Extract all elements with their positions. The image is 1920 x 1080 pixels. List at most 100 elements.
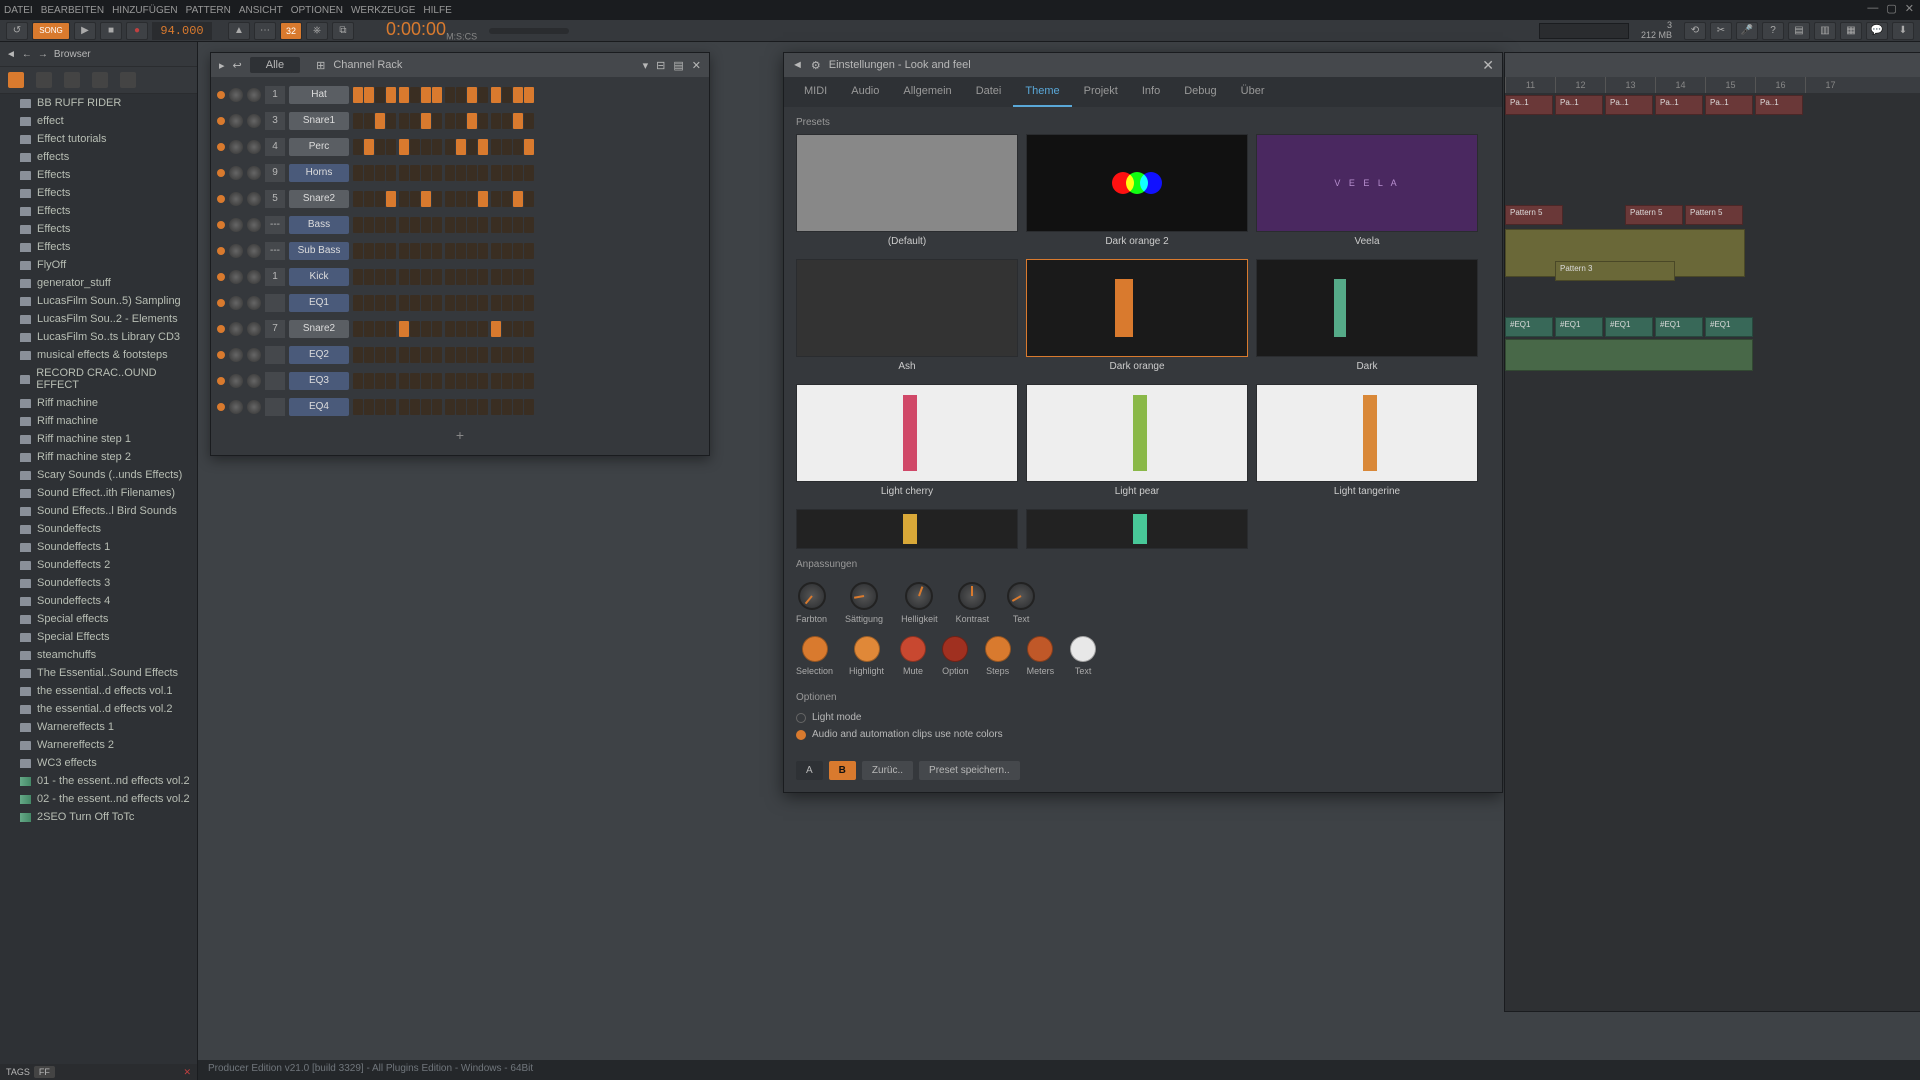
channel-name[interactable]: EQ4 [289,398,349,416]
pan-knob[interactable] [229,322,243,336]
step[interactable] [386,269,396,285]
tree-folder[interactable]: Riff machine [0,412,197,430]
history-icon[interactable]: ↺ [6,22,28,40]
graph-icon[interactable]: ▤ [673,59,683,72]
step[interactable] [491,191,501,207]
tree-folder[interactable]: Special effects [0,610,197,628]
step[interactable] [421,87,431,103]
clip-pattern[interactable]: Pa..1 [1555,95,1603,115]
preset-thumb[interactable] [1026,134,1248,232]
step[interactable] [432,347,442,363]
step[interactable] [467,165,477,181]
preset-thumb[interactable] [796,509,1018,549]
step[interactable] [491,399,501,415]
tree-sound[interactable]: 02 - the essent..nd effects vol.2 [0,790,197,808]
step[interactable] [410,113,420,129]
color-swatch[interactable] [985,636,1011,662]
step[interactable] [445,269,455,285]
toolbtn-1[interactable]: ✂ [1710,22,1732,40]
step[interactable] [502,347,512,363]
step[interactable] [410,139,420,155]
menu-bearbeiten[interactable]: BEARBEITEN [41,5,104,16]
step[interactable] [410,321,420,337]
step[interactable] [467,269,477,285]
step[interactable] [445,295,455,311]
preset-thumb[interactable] [1026,509,1248,549]
add-channel-button[interactable]: + [217,421,703,449]
step[interactable] [364,321,374,337]
collapse-icon[interactable]: ◄ [6,49,16,60]
step[interactable] [445,139,455,155]
step[interactable] [364,87,374,103]
vol-knob[interactable] [247,322,261,336]
step[interactable] [491,347,501,363]
step[interactable] [375,243,385,259]
step[interactable] [524,243,534,259]
pan-knob[interactable] [229,296,243,310]
vol-knob[interactable] [247,166,261,180]
tree-sound[interactable]: 01 - the essent..nd effects vol.2 [0,772,197,790]
step[interactable] [467,217,477,233]
tree-folder[interactable]: Sound Effect..ith Filenames) [0,484,197,502]
step[interactable] [445,321,455,337]
vol-knob[interactable] [247,140,261,154]
step[interactable] [432,243,442,259]
tree-folder[interactable]: LucasFilm Soun..5) Sampling [0,292,197,310]
step[interactable] [375,217,385,233]
record-button[interactable]: ● [126,22,148,40]
channel-name[interactable]: Bass [289,216,349,234]
mute-led[interactable] [217,377,225,385]
step[interactable] [353,165,363,181]
browser-mode-2[interactable] [36,72,52,88]
step[interactable] [364,165,374,181]
tree-folder[interactable]: steamchuffs [0,646,197,664]
step[interactable] [513,373,523,389]
tree-folder[interactable]: Riff machine [0,394,197,412]
view-playlist-icon[interactable]: ▤ [1788,22,1810,40]
step[interactable] [432,295,442,311]
preset-item[interactable]: Ash [796,259,1018,376]
tree-folder[interactable]: LucasFilm Sou..2 - Elements [0,310,197,328]
step[interactable] [502,139,512,155]
tree-folder[interactable]: the essential..d effects vol.1 [0,682,197,700]
step[interactable] [445,399,455,415]
step[interactable] [445,87,455,103]
close-window-button[interactable]: ✕ [1905,2,1914,15]
preset-item[interactable]: Light pear [1026,384,1248,501]
step[interactable] [513,347,523,363]
mixer-track-num[interactable]: 4 [265,138,285,156]
vol-knob[interactable] [247,270,261,284]
vol-knob[interactable] [247,192,261,206]
color-swatch[interactable] [854,636,880,662]
step[interactable] [524,269,534,285]
step[interactable] [456,139,466,155]
clip-pattern[interactable]: Pattern 5 [1685,205,1743,225]
mute-led[interactable] [217,273,225,281]
tab-projekt[interactable]: Projekt [1072,77,1130,107]
step[interactable] [410,347,420,363]
step[interactable] [445,191,455,207]
step[interactable] [513,87,523,103]
preset-item[interactable]: Light cherry [796,384,1018,501]
clip-pattern[interactable]: Pa..1 [1655,95,1703,115]
step[interactable] [364,347,374,363]
preset-item[interactable]: (Default) [796,134,1018,251]
pan-knob[interactable] [229,244,243,258]
step[interactable] [364,113,374,129]
tab-über[interactable]: Über [1229,77,1277,107]
pan-knob[interactable] [229,166,243,180]
step[interactable] [421,113,431,129]
view-piano-icon[interactable]: ▦ [1840,22,1862,40]
step[interactable] [513,217,523,233]
mute-led[interactable] [217,195,225,203]
tree-folder[interactable]: Effects [0,166,197,184]
step[interactable] [456,295,466,311]
channel-name[interactable]: EQ2 [289,346,349,364]
browser-tree[interactable]: BB RUFF RIDEReffectEffect tutorialseffec… [0,94,197,1064]
step[interactable] [478,113,488,129]
clip-eq[interactable]: #EQ1 [1555,317,1603,337]
step[interactable] [445,347,455,363]
step[interactable] [456,321,466,337]
step[interactable] [513,269,523,285]
menu-hinzufügen[interactable]: HINZUFÜGEN [112,5,178,16]
